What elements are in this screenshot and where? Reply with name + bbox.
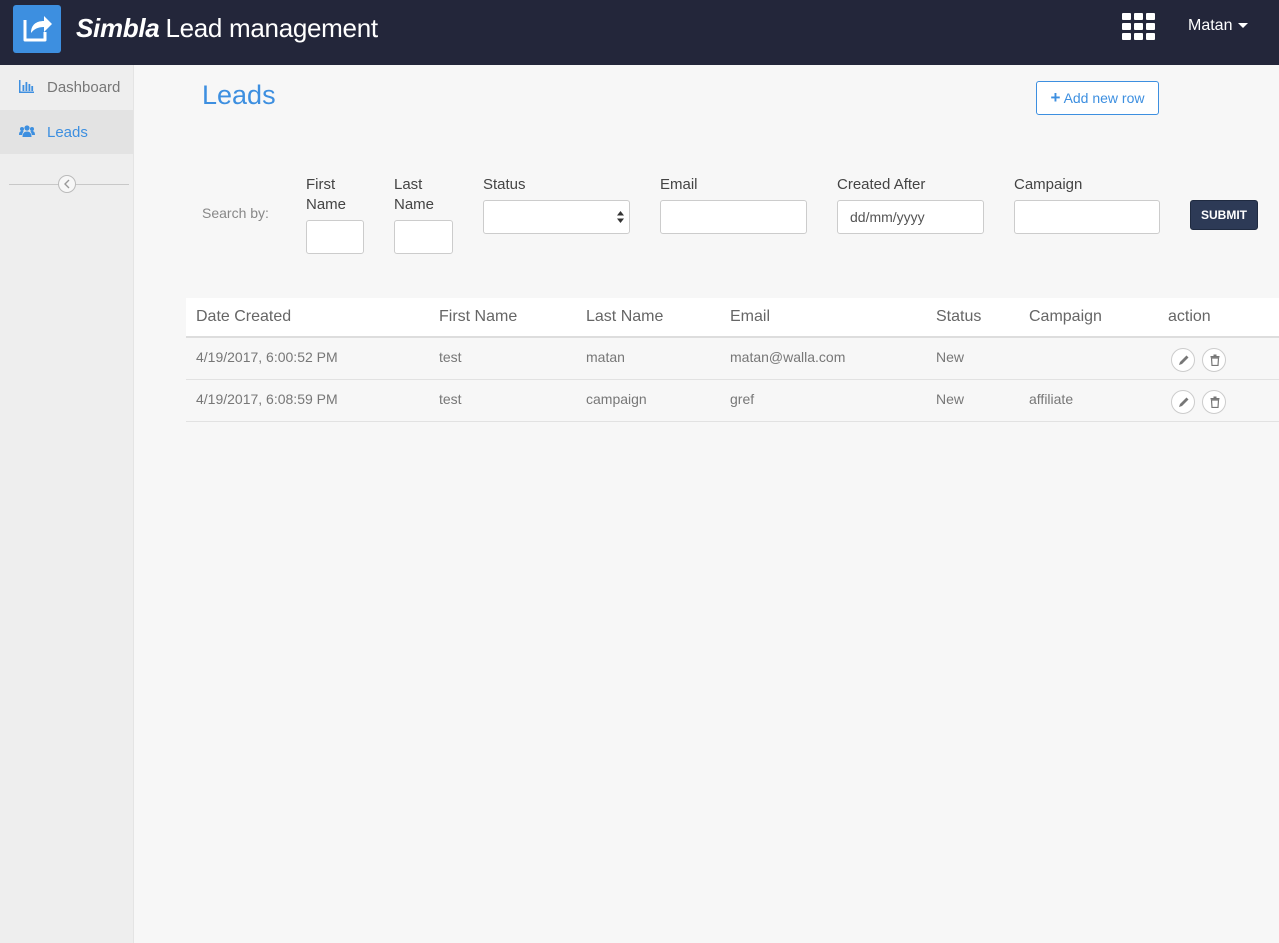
user-name: Matan <box>1188 17 1233 34</box>
sidebar: Dashboard Leads <box>0 65 134 943</box>
plus-icon: + <box>1050 88 1061 107</box>
first-name-input[interactable] <box>306 220 364 254</box>
app-title: Lead management <box>165 13 378 43</box>
cell-date-created: 4/19/2017, 6:00:52 PM <box>196 349 338 365</box>
search-by-label: Search by: <box>202 205 269 221</box>
collapse-sidebar-button[interactable] <box>58 175 76 193</box>
add-new-row-button[interactable]: + Add new row <box>1036 81 1159 115</box>
cell-last-name: campaign <box>586 391 647 407</box>
app-logo-icon[interactable] <box>13 5 61 53</box>
sidebar-item-label: Dashboard <box>47 79 121 96</box>
status-select[interactable] <box>483 200 630 234</box>
cell-status: New <box>936 391 965 407</box>
status-label: Status <box>483 176 526 193</box>
page-title: Leads <box>202 80 276 110</box>
cell-status: New <box>936 349 965 365</box>
add-new-row-label: Add new row <box>1063 90 1145 106</box>
date-placeholder: dd/mm/yyyy <box>850 209 925 225</box>
edit-button[interactable] <box>1171 390 1195 414</box>
created-after-date-input[interactable]: dd/mm/yyyy <box>837 200 984 234</box>
column-header-action: action <box>1168 308 1211 325</box>
bar-chart-icon <box>19 80 34 93</box>
edit-button[interactable] <box>1171 348 1195 372</box>
user-menu[interactable]: Matan <box>1188 17 1249 35</box>
campaign-label: Campaign <box>1014 176 1083 193</box>
delete-button[interactable] <box>1202 348 1226 372</box>
select-arrows-icon <box>617 211 624 223</box>
column-header-date-created[interactable]: Date Created <box>196 308 291 326</box>
campaign-input[interactable] <box>1014 200 1160 234</box>
cell-date-created: 4/19/2017, 6:08:59 PM <box>196 391 338 407</box>
pencil-icon <box>1179 355 1189 365</box>
submit-button[interactable]: SUBMIT <box>1190 200 1258 230</box>
pencil-icon <box>1179 397 1189 407</box>
top-navbar: Simbla Lead management Matan <box>0 0 1279 65</box>
sidebar-item-label: Leads <box>47 124 88 141</box>
cell-first-name: test <box>439 349 462 365</box>
created-after-label: Created After <box>837 176 926 193</box>
cell-first-name: test <box>439 391 462 407</box>
last-name-label: Last Name <box>394 176 435 213</box>
delete-button[interactable] <box>1202 390 1226 414</box>
cell-last-name: matan <box>586 349 625 365</box>
cell-campaign: affiliate <box>1029 391 1074 407</box>
column-header-email[interactable]: Email <box>730 308 770 326</box>
column-header-last-name[interactable]: Last Name <box>586 308 663 326</box>
cell-email: gref <box>730 391 755 407</box>
table-row: 4/19/2017, 6:08:59 PM test campaign gref… <box>186 380 1279 422</box>
chevron-left-icon <box>64 179 70 189</box>
email-input[interactable] <box>660 200 807 234</box>
app-brand: Simbla Lead management <box>76 13 378 44</box>
cell-email: matan@walla.com <box>730 349 846 365</box>
table-row: 4/19/2017, 6:00:52 PM test matan matan@w… <box>186 338 1279 380</box>
table-header: Date Created First Name Last Name Email … <box>186 298 1279 338</box>
column-header-campaign[interactable]: Campaign <box>1029 308 1102 326</box>
last-name-input[interactable] <box>394 220 453 254</box>
sidebar-item-dashboard[interactable]: Dashboard <box>0 65 133 109</box>
trash-icon <box>1210 354 1220 366</box>
sidebar-item-leads[interactable]: Leads <box>0 110 133 154</box>
users-icon <box>19 125 35 137</box>
apps-grid-icon[interactable] <box>1122 13 1156 41</box>
email-label: Email <box>660 176 698 193</box>
brand-name: Simbla <box>76 13 160 43</box>
caret-down-icon <box>1238 23 1249 29</box>
column-header-status[interactable]: Status <box>936 308 981 326</box>
trash-icon <box>1210 396 1220 408</box>
first-name-label: First Name <box>306 176 347 213</box>
column-header-first-name[interactable]: First Name <box>439 308 517 326</box>
